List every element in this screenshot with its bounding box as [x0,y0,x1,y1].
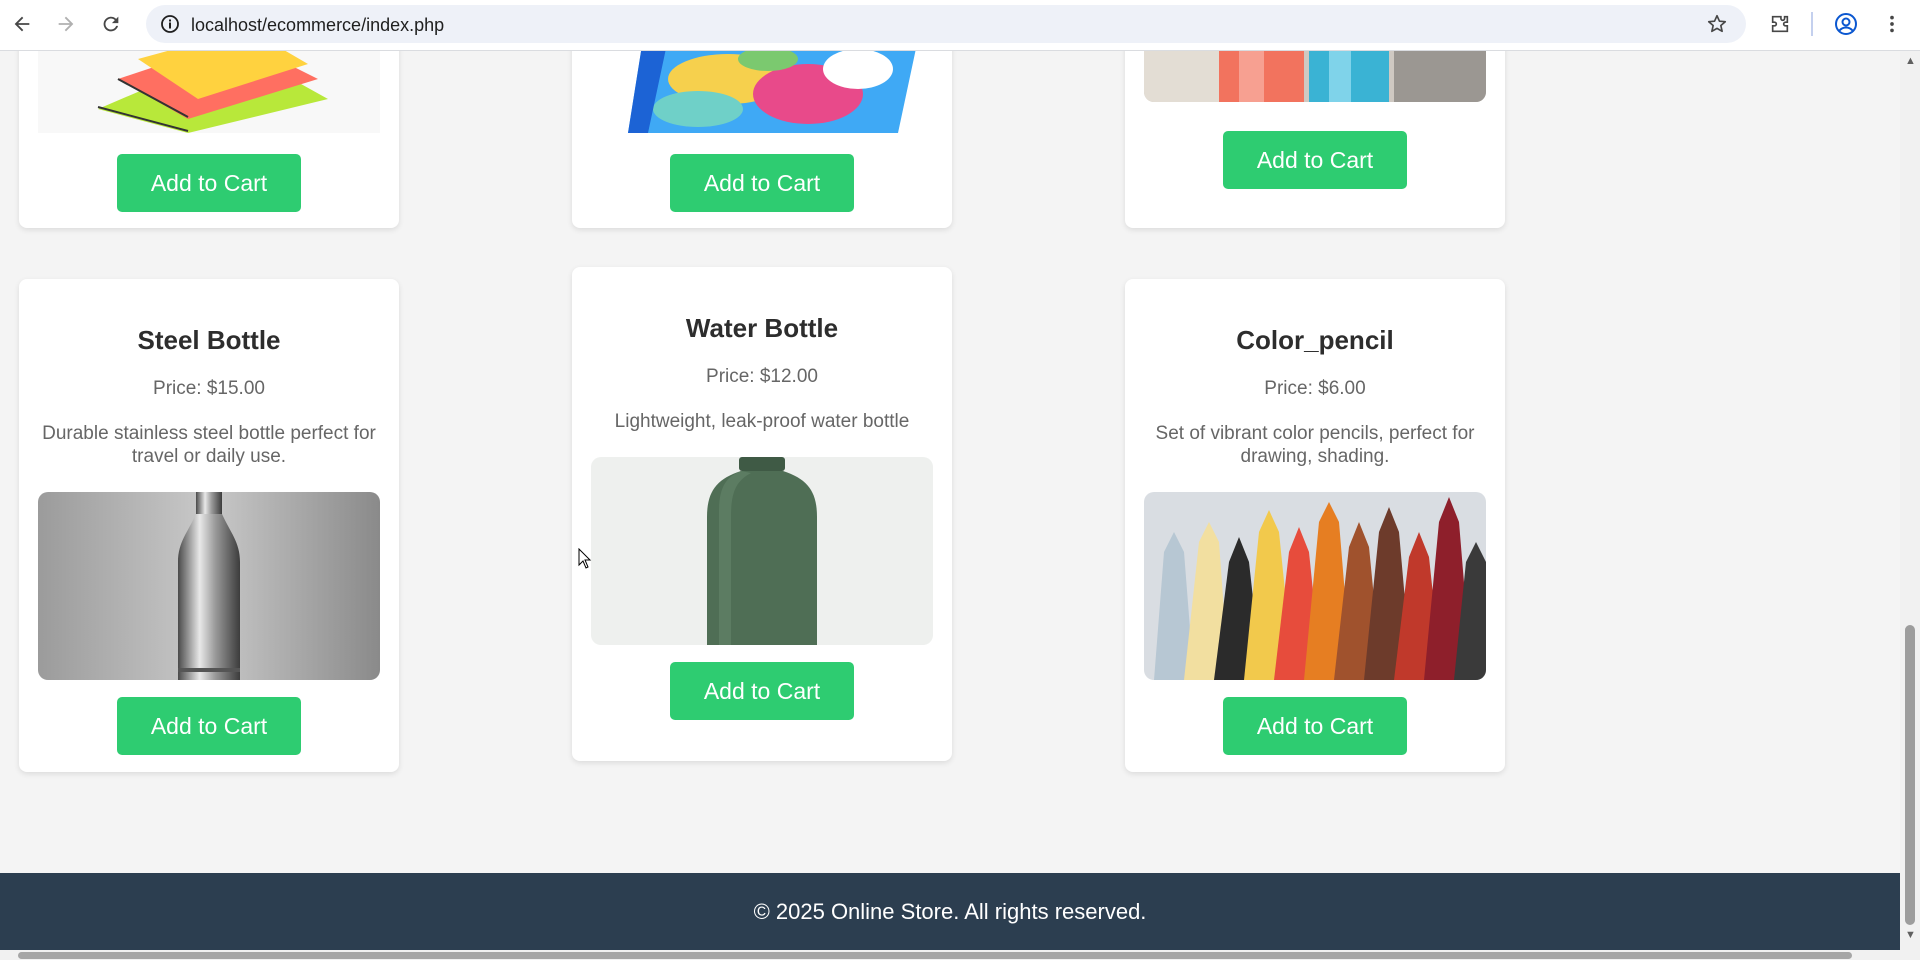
extensions-icon[interactable] [1764,8,1796,40]
footer-copyright: © 2025 Online Store. All rights reserved… [753,899,1147,924]
notebooks-image [38,51,380,133]
product-price: Price: $12.00 [706,366,818,387]
scroll-down-arrow-icon[interactable]: ▼ [1905,929,1916,941]
mouse-cursor-icon [578,548,592,569]
steel-bottle-image [38,492,380,680]
reload-icon[interactable] [95,8,127,40]
vertical-scrollbar[interactable]: ▲ ▼ [1900,51,1920,960]
product-description: Set of vibrant color pencils, perfect fo… [1155,423,1475,467]
address-bar[interactable]: localhost/ecommerce/index.php [146,5,1746,43]
url-text[interactable]: localhost/ecommerce/index.php [191,15,444,36]
page-viewport: Add to Cart Add to Cart Add to Cart Stee… [0,51,1900,950]
product-card-steel-bottle: Steel Bottle Price: $15.00 Durable stain… [19,279,399,772]
product-card: Add to Cart [19,51,399,228]
product-card: Add to Cart [1125,51,1505,228]
add-to-cart-button[interactable]: Add to Cart [117,154,301,212]
browser-toolbar: localhost/ecommerce/index.php [0,0,1920,51]
add-to-cart-button[interactable]: Add to Cart [1223,131,1407,189]
scroll-up-arrow-icon[interactable]: ▲ [1905,55,1916,67]
product-card: Add to Cart [572,51,952,228]
bookmark-star-icon[interactable] [1706,13,1728,40]
product-description: Durable stainless steel bottle perfect f… [42,423,376,467]
product-name: Water Bottle [685,313,839,343]
site-info-icon[interactable] [160,14,180,39]
vertical-scroll-thumb[interactable] [1905,625,1915,925]
product-name: Color_pencil [1236,325,1394,355]
bottles-image [1144,51,1486,102]
profile-icon[interactable] [1830,8,1862,40]
add-to-cart-button[interactable]: Add to Cart [670,154,854,212]
add-to-cart-button[interactable]: Add to Cart [117,697,301,755]
product-description: Lightweight, leak-proof water bottle [614,411,910,432]
product-name: Steel Bottle [137,325,281,355]
site-footer: © 2025 Online Store. All rights reserved… [0,873,1900,950]
back-icon[interactable] [6,8,38,40]
product-card-water-bottle: Water Bottle Price: $12.00 Lightweight, … [572,267,952,761]
horizontal-scrollbar[interactable] [0,950,1900,960]
product-price: Price: $6.00 [1264,378,1366,399]
add-to-cart-button[interactable]: Add to Cart [670,662,854,720]
menu-kebab-icon[interactable] [1876,8,1908,40]
product-price: Price: $15.00 [153,378,265,399]
water-bottle-image [591,457,933,645]
color-pencils-image [1144,492,1486,680]
toolbar-separator [1811,12,1813,36]
horizontal-scroll-thumb[interactable] [18,952,1852,959]
product-card-color-pencil: Color_pencil Price: $6.00 Set of vibrant… [1125,279,1505,772]
forward-icon[interactable] [50,8,82,40]
paint-art-image [608,51,918,133]
add-to-cart-button[interactable]: Add to Cart [1223,697,1407,755]
